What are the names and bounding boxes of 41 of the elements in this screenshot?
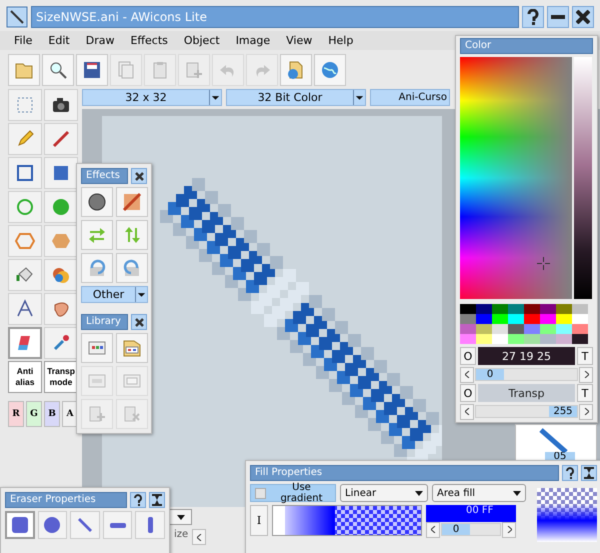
slider-thumb[interactable]: 0 [476,369,504,380]
format-dropdown[interactable]: 32 Bit Color [226,89,366,106]
slider-track[interactable]: 0 [441,523,501,536]
fill-mode-select[interactable]: Area fill [432,484,526,502]
menu-item[interactable]: Effects [124,34,178,47]
invert-button[interactable]: I [250,505,268,536]
channel-button[interactable]: G [26,401,42,427]
menu-item[interactable]: View [280,34,322,47]
channel-button[interactable]: R [8,401,24,427]
menu-item[interactable]: Edit [42,34,80,47]
transparent-button[interactable]: T [577,384,593,402]
color-value: 27 19 25 [478,347,575,365]
format-dropdown[interactable]: 32 x 32 [82,89,222,106]
mode-button[interactable]: Transp mode [44,361,78,393]
opaque-button[interactable]: O [460,347,476,365]
transparent-button[interactable]: T [577,347,593,365]
transparency-value: Transp [478,384,575,402]
channel-button[interactable]: B [44,401,60,427]
slider-track[interactable]: 0 [475,368,578,381]
slider-thumb[interactable]: 0 [442,524,470,535]
window-title: SizeNWSE.ani - AWicons Lite [31,6,519,28]
use-gradient-checkbox[interactable]: Use gradient [250,484,336,502]
slider-thumb[interactable]: 255 [549,406,577,417]
fill-color-value: 00 FF [426,505,516,522]
menu-item[interactable]: File [8,34,42,47]
opaque-button[interactable]: O [460,384,476,402]
menu-item[interactable]: Draw [80,34,124,47]
mode-button[interactable]: Anti alias [8,361,42,393]
slider-track[interactable]: 255 [475,405,578,418]
size-label: ize [173,529,190,542]
gradient-type-select[interactable]: Linear [340,484,428,502]
panel-title: Effects [81,168,128,184]
menu-item[interactable]: Help [322,34,364,47]
panel-title: Color [460,38,593,54]
panel-title: Library [81,314,128,330]
format-dropdown[interactable]: Ani-Curso [370,89,450,106]
menu-item[interactable]: Object [178,34,230,47]
effects-dropdown[interactable]: Other [81,286,148,303]
panel-title: Fill Properties [250,465,559,481]
menu-item[interactable]: Image [230,34,280,47]
panel-title: Eraser Properties [5,492,127,508]
